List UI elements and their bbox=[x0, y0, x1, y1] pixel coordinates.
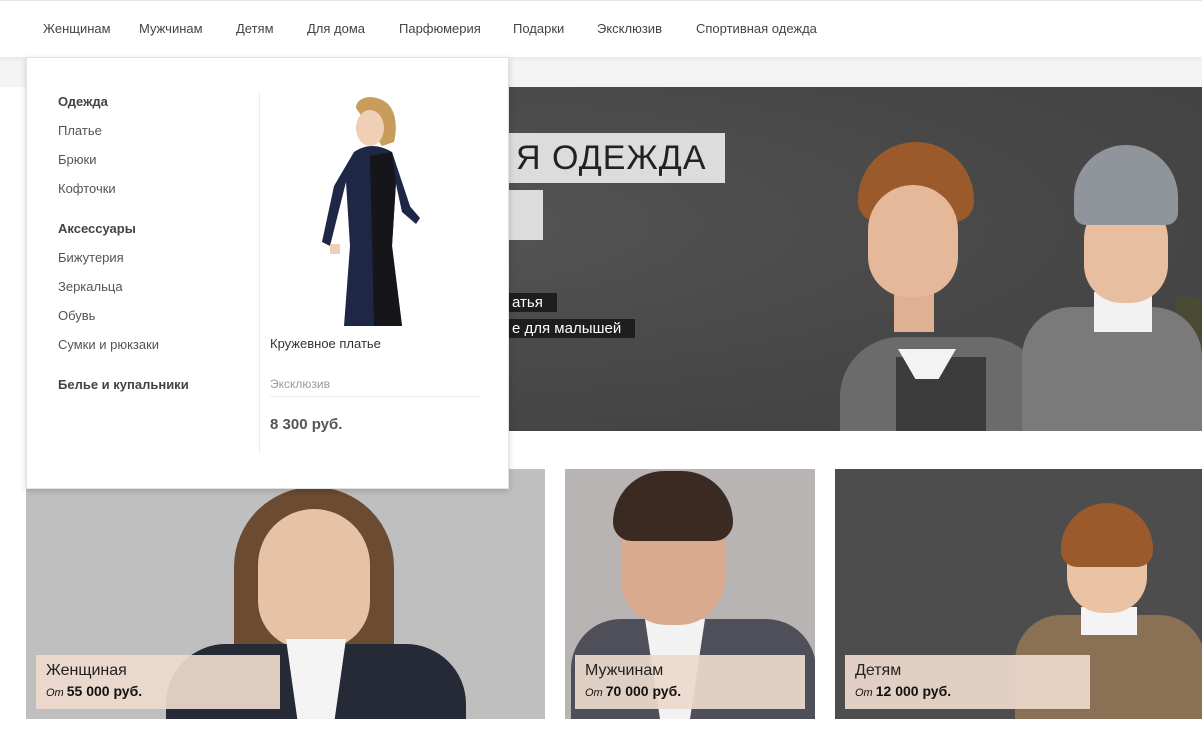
category-card-men[interactable]: Мужчинам От 70 000 руб. bbox=[565, 469, 815, 719]
category-price: От 55 000 руб. bbox=[46, 683, 143, 699]
hero-title-fragment bbox=[506, 190, 543, 240]
menu-link-bags[interactable]: Сумки и рюкзаки bbox=[58, 335, 258, 355]
menu-heading-lingerie[interactable]: Белье и купальники bbox=[58, 375, 258, 395]
category-price: От 70 000 руб. bbox=[585, 683, 682, 699]
hero-title: Я ОДЕЖДА bbox=[506, 133, 725, 183]
category-label: Женщиная От 55 000 руб. bbox=[36, 655, 280, 709]
menu-categories-column: Одежда Платье Брюки Кофточки Аксессуары … bbox=[58, 92, 258, 395]
nav-item-exclusive[interactable]: Эксклюзив bbox=[597, 21, 662, 36]
mega-menu-dropdown: Одежда Платье Брюки Кофточки Аксессуары … bbox=[26, 57, 509, 489]
hero-boy-face bbox=[868, 185, 958, 297]
category-card-women[interactable]: Женщиная От 55 000 руб. bbox=[26, 469, 545, 719]
category-label: Детям От 12 000 руб. bbox=[845, 655, 1090, 709]
nav-item-men[interactable]: Мужчинам bbox=[139, 21, 203, 36]
menu-link-dress[interactable]: Платье bbox=[58, 121, 258, 141]
product-image[interactable] bbox=[270, 96, 480, 327]
hero-caption-line: атья bbox=[506, 293, 557, 312]
nav-item-women[interactable]: Женщинам bbox=[43, 21, 111, 36]
nav-item-home[interactable]: Для дома bbox=[307, 21, 365, 36]
category-name: Женщиная bbox=[46, 662, 127, 679]
model-photo-woman bbox=[258, 509, 370, 649]
menu-link-jewelry[interactable]: Бижутерия bbox=[58, 248, 258, 268]
nav-item-perfume[interactable]: Парфюмерия bbox=[399, 21, 481, 36]
menu-link-shoes[interactable]: Обувь bbox=[58, 306, 258, 326]
menu-link-blouses[interactable]: Кофточки bbox=[58, 179, 258, 199]
category-label: Мужчинам От 70 000 руб. bbox=[575, 655, 805, 709]
menu-heading-accessories[interactable]: Аксессуары bbox=[58, 219, 258, 239]
product-name[interactable]: Кружевное платье bbox=[270, 335, 480, 353]
menu-link-mirrors[interactable]: Зеркальца bbox=[58, 277, 258, 297]
nav-item-kids[interactable]: Детям bbox=[236, 21, 274, 36]
hero-caption-line: е для малышей bbox=[506, 319, 636, 338]
dress-model-illustration bbox=[322, 97, 420, 326]
product-tag: Эксклюзив bbox=[270, 375, 480, 397]
category-price: От 12 000 руб. bbox=[855, 683, 952, 699]
category-card-kids[interactable]: Детям От 12 000 руб. bbox=[835, 469, 1202, 719]
product-price: 8 300 руб. bbox=[270, 416, 343, 433]
nav-item-sportswear[interactable]: Спортивная одежда bbox=[696, 21, 817, 36]
category-name: Детям bbox=[855, 662, 902, 679]
menu-divider bbox=[259, 92, 260, 454]
menu-heading-clothes[interactable]: Одежда bbox=[58, 92, 258, 112]
category-name: Мужчинам bbox=[585, 662, 664, 679]
featured-product: Кружевное платье Эксклюзив 8 300 руб. bbox=[270, 96, 480, 435]
nav-item-gifts[interactable]: Подарки bbox=[513, 21, 564, 36]
top-navigation: Женщинам Мужчинам Детям Для дома Парфюме… bbox=[0, 0, 1202, 57]
menu-link-trousers[interactable]: Брюки bbox=[58, 150, 258, 170]
